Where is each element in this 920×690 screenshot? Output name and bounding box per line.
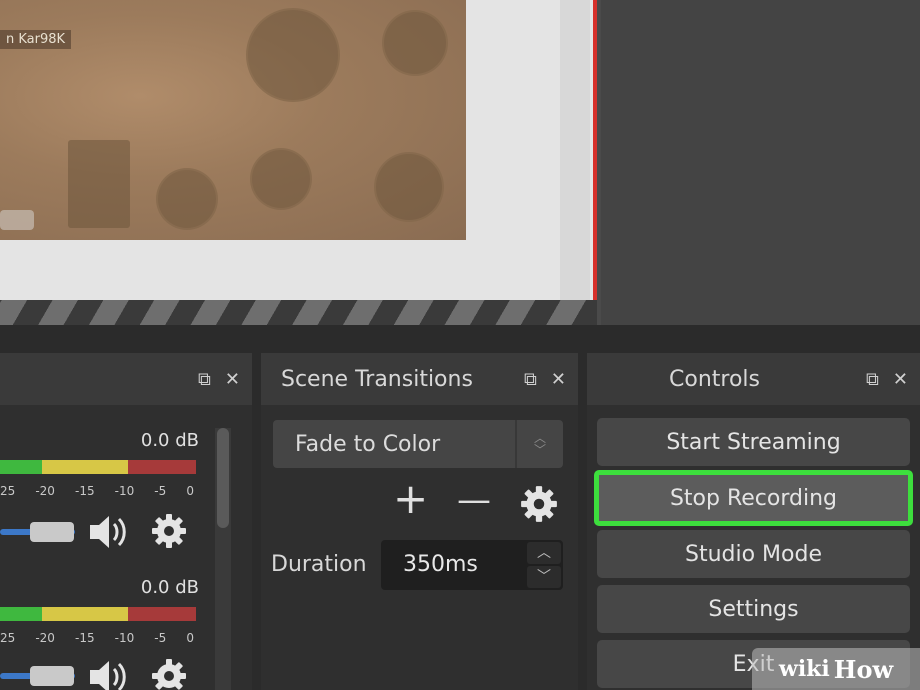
speaker-icon[interactable] (88, 512, 130, 558)
volume-slider-knob[interactable] (30, 666, 74, 686)
volume-slider[interactable] (0, 666, 75, 686)
game-item-slot (68, 140, 130, 228)
close-icon[interactable]: ✕ (893, 369, 908, 390)
mixer-scrollbar[interactable] (215, 428, 231, 690)
gear-icon[interactable] (150, 512, 188, 556)
meter-ticks: 25 -20 -15 -10 -5 0 (0, 484, 194, 498)
controls-title: Controls (669, 366, 760, 392)
controls-dock: Controls ⧉ ✕ Start Streaming Stop Record… (587, 353, 920, 690)
remove-transition-button[interactable]: — (457, 483, 491, 517)
duration-label: Duration (271, 552, 367, 577)
game-weapon-button (246, 8, 340, 102)
game-prone-button (374, 152, 444, 222)
meter-ticks: 25 -20 -15 -10 -5 0 (0, 631, 194, 645)
preview-right-panel (601, 0, 920, 325)
wikihow-watermark: wiki How (752, 648, 920, 690)
studio-mode-button[interactable]: Studio Mode (597, 530, 910, 578)
game-capture: n Kar98K (0, 0, 466, 240)
float-icon[interactable]: ⧉ (866, 369, 879, 390)
mixer-channel-2: 0.0 dB 25 -20 -15 -10 -5 0 (0, 575, 215, 690)
close-icon[interactable]: ✕ (225, 369, 240, 390)
volume-slider-knob[interactable] (30, 522, 74, 542)
scene-transitions-header: Scene Transitions ⧉ ✕ (261, 353, 578, 405)
game-grenade-button (156, 168, 218, 230)
audio-mixer-header: ⧉ ✕ (0, 353, 252, 405)
transition-select-value: Fade to Color (295, 431, 441, 457)
duration-spinbox[interactable]: 350ms ︿ ﹀ (381, 540, 563, 590)
mixer-channel-1: 0.0 dB 25 -20 -15 -10 -5 0 (0, 428, 215, 568)
game-action-button (382, 10, 448, 76)
transition-select[interactable]: Fade to Color ︿ ﹀ (273, 420, 563, 468)
audio-mixer-dock: ⧉ ✕ 0.0 dB 25 -20 -15 -10 -5 0 0.0 dB 25… (0, 353, 252, 690)
float-icon[interactable]: ⧉ (198, 369, 211, 390)
scene-transitions-title: Scene Transitions (281, 366, 473, 392)
stop-recording-button[interactable]: Stop Recording (594, 470, 913, 526)
chevron-up-icon[interactable]: ︿ (527, 542, 561, 564)
settings-button[interactable]: Settings (597, 585, 910, 633)
game-crouch-button (250, 148, 312, 210)
duration-value: 350ms (403, 552, 478, 577)
game-status-pill (0, 210, 34, 230)
preview-area: n Kar98K (0, 0, 920, 325)
gear-icon[interactable] (150, 657, 188, 690)
volume-meter (0, 460, 196, 474)
mixer-scrollbar-thumb[interactable] (217, 428, 229, 528)
db-readout: 0.0 dB (140, 577, 199, 598)
db-readout: 0.0 dB (140, 430, 199, 451)
controls-header: Controls ⧉ ✕ (587, 353, 920, 405)
start-streaming-button[interactable]: Start Streaming (597, 418, 910, 466)
speaker-icon[interactable] (88, 657, 130, 690)
preview-stripe-bar (0, 300, 597, 325)
float-icon[interactable]: ⧉ (524, 369, 537, 390)
gear-icon[interactable] (519, 484, 559, 531)
volume-meter (0, 607, 196, 621)
add-transition-button[interactable]: + (393, 478, 428, 520)
close-icon[interactable]: ✕ (551, 369, 566, 390)
chevron-down-icon[interactable]: ﹀ (527, 566, 561, 588)
volume-slider[interactable] (0, 522, 75, 542)
game-overlay-text: n Kar98K (0, 30, 72, 49)
canvas-inner-strip (560, 0, 590, 300)
scene-transitions-dock: Scene Transitions ⧉ ✕ Fade to Color ︿ ﹀ +… (261, 353, 578, 690)
chevron-updown-icon[interactable]: ︿ ﹀ (515, 420, 563, 468)
